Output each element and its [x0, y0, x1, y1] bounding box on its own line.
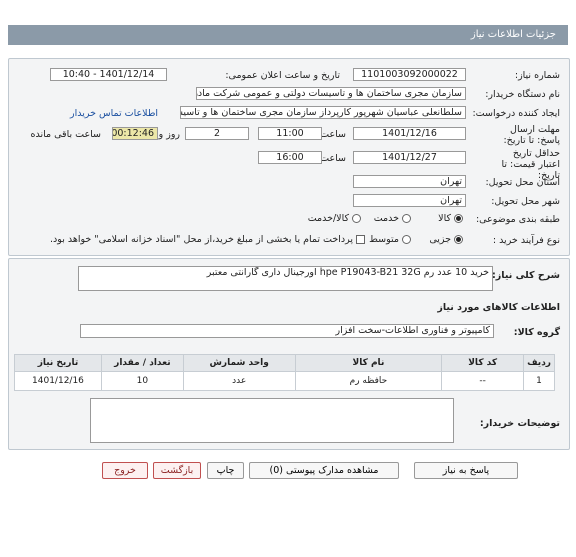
category-label: طبقه بندی موضوعی: [475, 214, 560, 225]
reply-button[interactable]: پاسخ به نیاز [414, 462, 518, 479]
days-word: روز و [158, 129, 180, 140]
purchase-type-label: نوع فرآیند خرید : [492, 235, 560, 246]
buyer-contact-link[interactable]: اطلاعات تماس خریدار [70, 108, 158, 119]
announce-datetime-field: 1401/12/14 - 10:40 [50, 68, 167, 81]
validity-time-field: 16:00 [258, 151, 322, 164]
deadline-date-field: 1401/12/16 [353, 127, 466, 140]
validity-date-field: 1401/12/27 [353, 151, 466, 164]
category-service-option[interactable]: خدمت [374, 213, 411, 224]
row-date-cell: 1401/12/16 [14, 371, 102, 391]
need-number-field: 1101003092000022 [353, 68, 466, 81]
category-service-radio[interactable] [402, 214, 411, 223]
row-unit-cell: عدد [182, 371, 296, 391]
col-date-header: تاریخ نیاز [14, 354, 102, 372]
city-field: تهران [353, 194, 466, 207]
col-qty-header: تعداد / مقدار [100, 354, 184, 372]
buyer-notes-field [90, 398, 454, 443]
days-field: 2 [185, 127, 249, 140]
remaining-time-label: ساعت باقی مانده [30, 129, 101, 140]
requester-label: ایجاد کننده درخواست: [472, 108, 560, 119]
type-partial-option[interactable]: جزیی [429, 234, 463, 245]
category-goods-service-label: کالا/خدمت [307, 213, 349, 224]
type-medium-radio[interactable] [402, 235, 411, 244]
exit-button[interactable]: خروج [102, 462, 148, 479]
goods-table-header: ردیف کد کالا نام کالا واحد شمارش تعداد /… [14, 354, 555, 372]
requester-field: سلطانعلی عباسیان شهرپور کارپرداز سازمان … [180, 106, 466, 119]
goods-group-label: گروه کالا: [513, 327, 560, 338]
deadline-label: مهلت ارسال پاسخ: تا تاریخ: [503, 124, 560, 146]
row-index-cell: 1 [523, 371, 555, 391]
announce-datetime-label: تاریخ و ساعت اعلان عمومی: [225, 70, 340, 81]
category-goods-label: کالا [438, 213, 451, 224]
city-label: شهر محل تحویل: [491, 196, 560, 207]
validity-time-word: ساعت [320, 153, 346, 164]
treasury-payment-checkbox[interactable] [356, 235, 365, 244]
category-goods-service-option[interactable]: کالا/خدمت [308, 213, 361, 224]
type-medium-option[interactable]: متوسط [369, 234, 411, 245]
back-button[interactable]: بازگشت [153, 462, 201, 479]
col-name-header: نام کالا [294, 354, 443, 372]
type-medium-label: متوسط [369, 234, 399, 245]
row-qty-cell: 10 [100, 371, 184, 391]
print-button[interactable]: چاپ [207, 462, 244, 479]
deadline-time-word: ساعت [320, 129, 346, 140]
row-name-cell: حافظه رم [294, 371, 443, 391]
table-row: 1 -- حافظه رم عدد 10 1401/12/16 [14, 371, 555, 391]
row-code-cell: -- [441, 371, 525, 391]
treasury-payment-label: پرداخت تمام یا بخشی از مبلغ خرید،از محل … [50, 234, 353, 245]
treasury-payment-option[interactable]: پرداخت تمام یا بخشی از مبلغ خرید،از محل … [50, 234, 365, 245]
goods-group-field: کامپیوتر و فناوری اطلاعات-سخت افزار [80, 324, 494, 338]
deadline-time-field: 11:00 [258, 127, 322, 140]
need-number-label: شماره نیاز: [514, 70, 560, 81]
category-goods-service-radio[interactable] [352, 214, 361, 223]
goods-info-title: اطلاعات کالاهای مورد نیاز [437, 302, 560, 313]
goods-table: ردیف کد کالا نام کالا واحد شمارش تعداد /… [14, 354, 555, 391]
page-title: جزئیات اطلاعات نیاز [8, 25, 568, 45]
col-row-header: ردیف [523, 354, 555, 372]
buyer-notes-label: توضیحات خریدار: [479, 418, 560, 429]
type-partial-label: جزیی [429, 234, 451, 245]
category-service-label: خدمت [373, 213, 399, 224]
remaining-time-field: 00:12:46 [112, 127, 158, 140]
province-label: استان محل تحویل: [485, 177, 560, 188]
buyer-org-label: نام دستگاه خریدار: [485, 89, 560, 100]
view-documents-button[interactable]: مشاهده مدارک پیوستی (0) [249, 462, 399, 479]
province-field: تهران [353, 175, 466, 188]
category-goods-radio[interactable] [454, 214, 463, 223]
description-label: شرح کلی نیاز: [491, 270, 560, 281]
category-goods-option[interactable]: کالا [438, 213, 463, 224]
type-partial-radio[interactable] [454, 235, 463, 244]
buyer-org-field: سازمان مجری ساختمان ها و تاسیسات دولتی و… [196, 87, 466, 100]
col-code-header: کد کالا [441, 354, 525, 372]
col-unit-header: واحد شمارش [182, 354, 296, 372]
description-field: خرید 10 عدد رم hpe P19043-B21 32G اورجین… [78, 266, 493, 291]
